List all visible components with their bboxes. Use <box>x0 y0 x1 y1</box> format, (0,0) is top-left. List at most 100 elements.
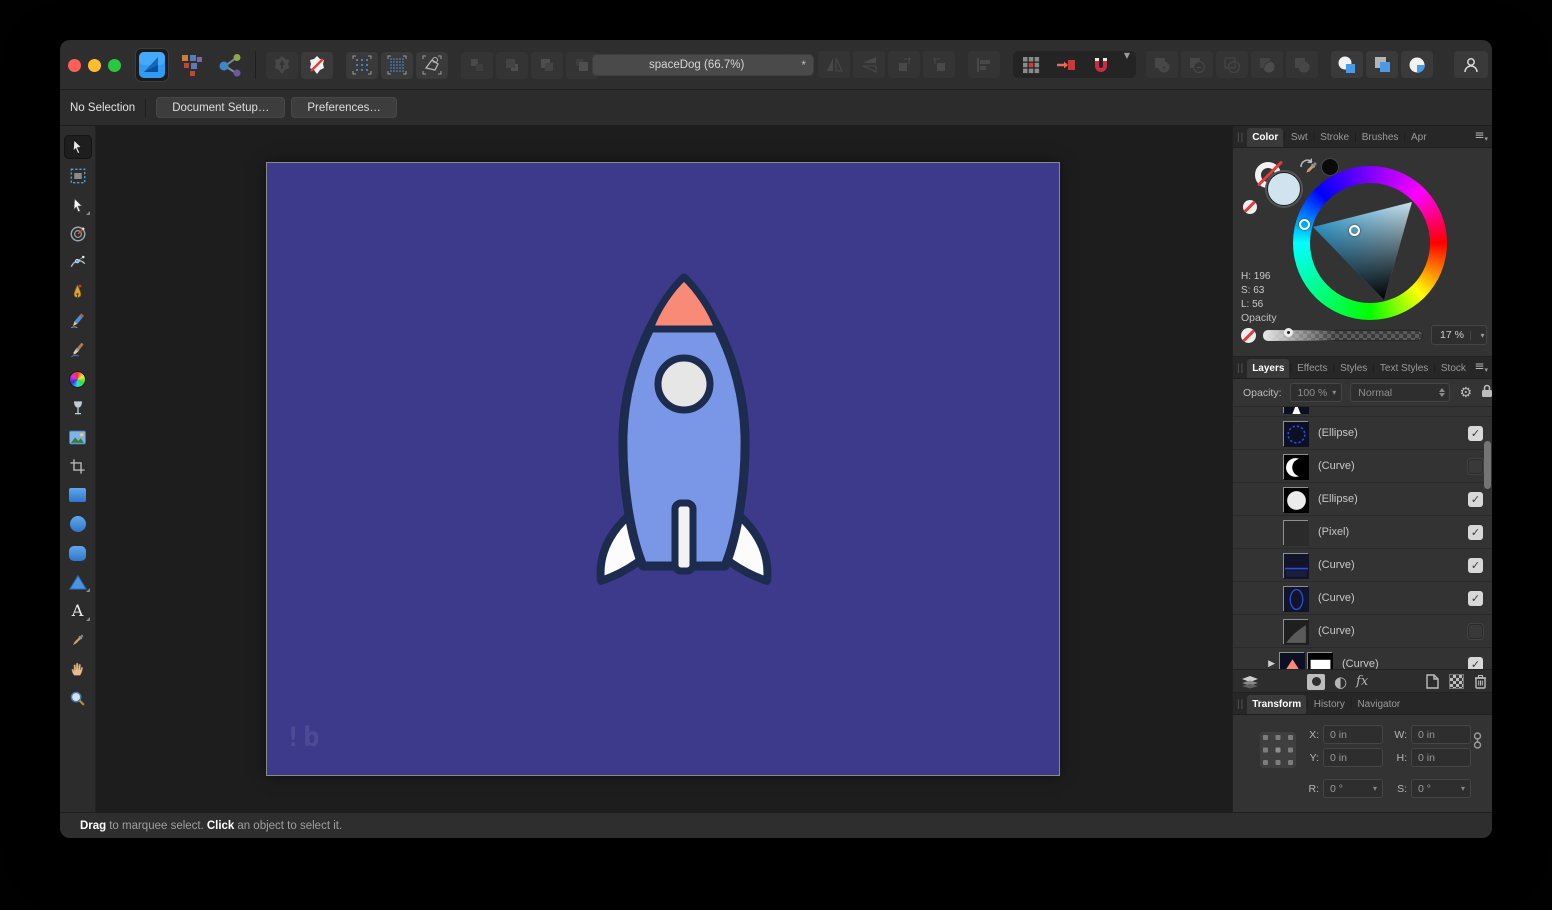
layers-scrollbar[interactable] <box>1484 441 1491 489</box>
close-window-button[interactable] <box>68 59 81 72</box>
grid-toggle-button[interactable] <box>1015 51 1047 78</box>
color-panel-menu-icon[interactable]: ≡▾ <box>1474 130 1488 144</box>
opacity-dropdown-arrow[interactable]: ▾ <box>1470 331 1486 340</box>
layer-visibility-checkbox[interactable]: ✓ <box>1468 591 1483 606</box>
boolean-add-button[interactable]: + <box>1146 51 1178 78</box>
boolean-combine-button[interactable] <box>1286 51 1318 78</box>
insert-inside-sel-button[interactable] <box>1401 51 1433 78</box>
insert-on-top-button[interactable] <box>1366 51 1398 78</box>
account-button[interactable] <box>1454 51 1488 78</box>
tool-rectangle[interactable] <box>64 483 92 507</box>
saturation-triangle[interactable] <box>1293 166 1447 320</box>
tool-triangle[interactable] <box>64 570 92 594</box>
tool-colour-picker[interactable] <box>64 628 92 652</box>
delete-layer-icon[interactable] <box>1474 674 1487 689</box>
layer-row[interactable]: (Pixel)✓ <box>1233 516 1492 549</box>
tool-node[interactable] <box>64 193 92 217</box>
tab-brushes[interactable]: Brushes <box>1357 128 1404 147</box>
layer-row[interactable]: (Ellipse)✓ <box>1233 417 1492 450</box>
edit-all-layers-icon[interactable] <box>1241 675 1259 689</box>
opacity-value-field[interactable]: 17 % ▾ <box>1431 325 1487 345</box>
panel-grip[interactable]: || <box>1237 699 1244 710</box>
tool-pen[interactable] <box>64 280 92 304</box>
w-input[interactable]: 0 in <box>1411 725 1471 744</box>
add-pixel-layer-icon[interactable] <box>1449 674 1464 689</box>
canvas-viewport[interactable]: !b <box>96 126 1232 812</box>
artboard[interactable]: !b <box>267 163 1059 775</box>
minimize-window-button[interactable] <box>88 59 101 72</box>
tool-zoom[interactable] <box>64 686 92 710</box>
tool-contour[interactable] <box>64 251 92 275</box>
tab-color[interactable]: Color <box>1247 128 1283 147</box>
tab-stroke[interactable]: Stroke <box>1315 128 1354 147</box>
layer-thumbnail-nose-group[interactable] <box>1307 652 1332 670</box>
tool-view[interactable] <box>64 657 92 681</box>
mask-layer-icon[interactable] <box>1307 674 1325 690</box>
tab-styles[interactable]: Styles <box>1335 359 1372 378</box>
snapping-toggle-button[interactable] <box>1085 51 1117 78</box>
layer-thumbnail-nose-group[interactable] <box>1279 652 1304 670</box>
no-color-swatch[interactable] <box>1243 200 1257 214</box>
forward-one-button[interactable] <box>531 52 563 79</box>
tool-crop[interactable] <box>64 454 92 478</box>
opacity-slider[interactable] <box>1263 330 1423 341</box>
h-input[interactable]: 0 in <box>1411 748 1471 767</box>
layer-row[interactable]: (Curve)✓ <box>1233 582 1492 615</box>
rotate-ccw-button[interactable] <box>888 51 920 78</box>
layer-visibility-checkbox[interactable]: ✓ <box>1468 657 1483 670</box>
layer-thumbnail-dotted-ellipse[interactable] <box>1283 421 1308 446</box>
layer-row[interactable]: (Curve)✓ <box>1233 549 1492 582</box>
tab-stock[interactable]: Stock <box>1436 359 1471 378</box>
layer-visibility-checkbox[interactable] <box>1468 459 1483 474</box>
layers-opacity-select[interactable]: 100 %▾ <box>1290 383 1343 402</box>
designer-persona-button[interactable] <box>135 48 169 82</box>
tool-move[interactable] <box>64 135 92 159</box>
layer-thumbnail-white-circle[interactable] <box>1283 487 1308 512</box>
x-input[interactable]: 0 in <box>1323 725 1383 744</box>
alignment-button[interactable] <box>968 51 1000 78</box>
tool-fill[interactable] <box>64 367 92 391</box>
layer-thumbnail-gray-curve[interactable] <box>1283 619 1308 644</box>
zoom-window-button[interactable] <box>108 59 121 72</box>
blend-mode-select[interactable]: Normal <box>1350 383 1450 402</box>
rotate-cw-button[interactable] <box>923 51 955 78</box>
no-opacity-icon[interactable] <box>1241 328 1256 343</box>
tool-transparency[interactable] <box>64 396 92 420</box>
hue-marker[interactable] <box>1299 219 1310 230</box>
insert-inside-button[interactable] <box>266 52 298 79</box>
tool-text[interactable]: A <box>64 599 92 623</box>
rotation-input[interactable]: 0 ° <box>1323 779 1383 798</box>
pixel-grid-button[interactable] <box>381 52 413 79</box>
layer-thumbnail-partial[interactable] <box>1283 407 1308 413</box>
layer-visibility-checkbox[interactable] <box>1468 624 1483 639</box>
flip-vertical-button[interactable] <box>853 51 885 78</box>
adjustments-icon[interactable]: ◐ <box>1334 673 1347 691</box>
tab-swt[interactable]: Swt <box>1286 128 1313 147</box>
layer-row[interactable]: (Ellipse)✓ <box>1233 483 1492 516</box>
layer-thumbnail-crescent[interactable] <box>1283 454 1308 479</box>
fx-icon[interactable]: fx <box>1356 674 1368 689</box>
snap-grid-button[interactable] <box>346 52 378 79</box>
back-one-button[interactable] <box>496 52 528 79</box>
layer-row[interactable]: (Curve) <box>1233 450 1492 483</box>
layer-thumbnail-pixel[interactable] <box>1283 520 1308 545</box>
tab-text-styles[interactable]: Text Styles <box>1375 359 1433 378</box>
layer-visibility-checkbox[interactable]: ✓ <box>1468 492 1483 507</box>
layer-visibility-checkbox[interactable]: ✓ <box>1468 558 1483 573</box>
document-setup-button[interactable]: Document Setup… <box>156 97 285 118</box>
sat-lum-marker[interactable] <box>1349 225 1360 236</box>
shear-input[interactable]: 0 ° <box>1411 779 1471 798</box>
tool-ellipse[interactable] <box>64 512 92 536</box>
layer-row[interactable]: ▶(Curve)✓ <box>1233 648 1492 669</box>
snap-shape-button[interactable] <box>416 52 448 79</box>
boolean-divide-button[interactable] <box>1251 51 1283 78</box>
document-title-field[interactable]: spaceDog (66.7%) * <box>592 54 814 76</box>
lock-layer-icon[interactable] <box>1481 384 1492 401</box>
boolean-subtract-button[interactable]: − <box>1181 51 1213 78</box>
panel-grip[interactable]: || <box>1237 132 1244 143</box>
layer-thumbnail-blue-ellipse[interactable] <box>1283 586 1308 611</box>
insert-behind-button[interactable] <box>1331 51 1363 78</box>
layer-thumbnail-blue-line[interactable] <box>1283 553 1308 578</box>
tool-rounded-rectangle[interactable] <box>64 541 92 565</box>
tab-apr[interactable]: Apr <box>1406 128 1432 147</box>
